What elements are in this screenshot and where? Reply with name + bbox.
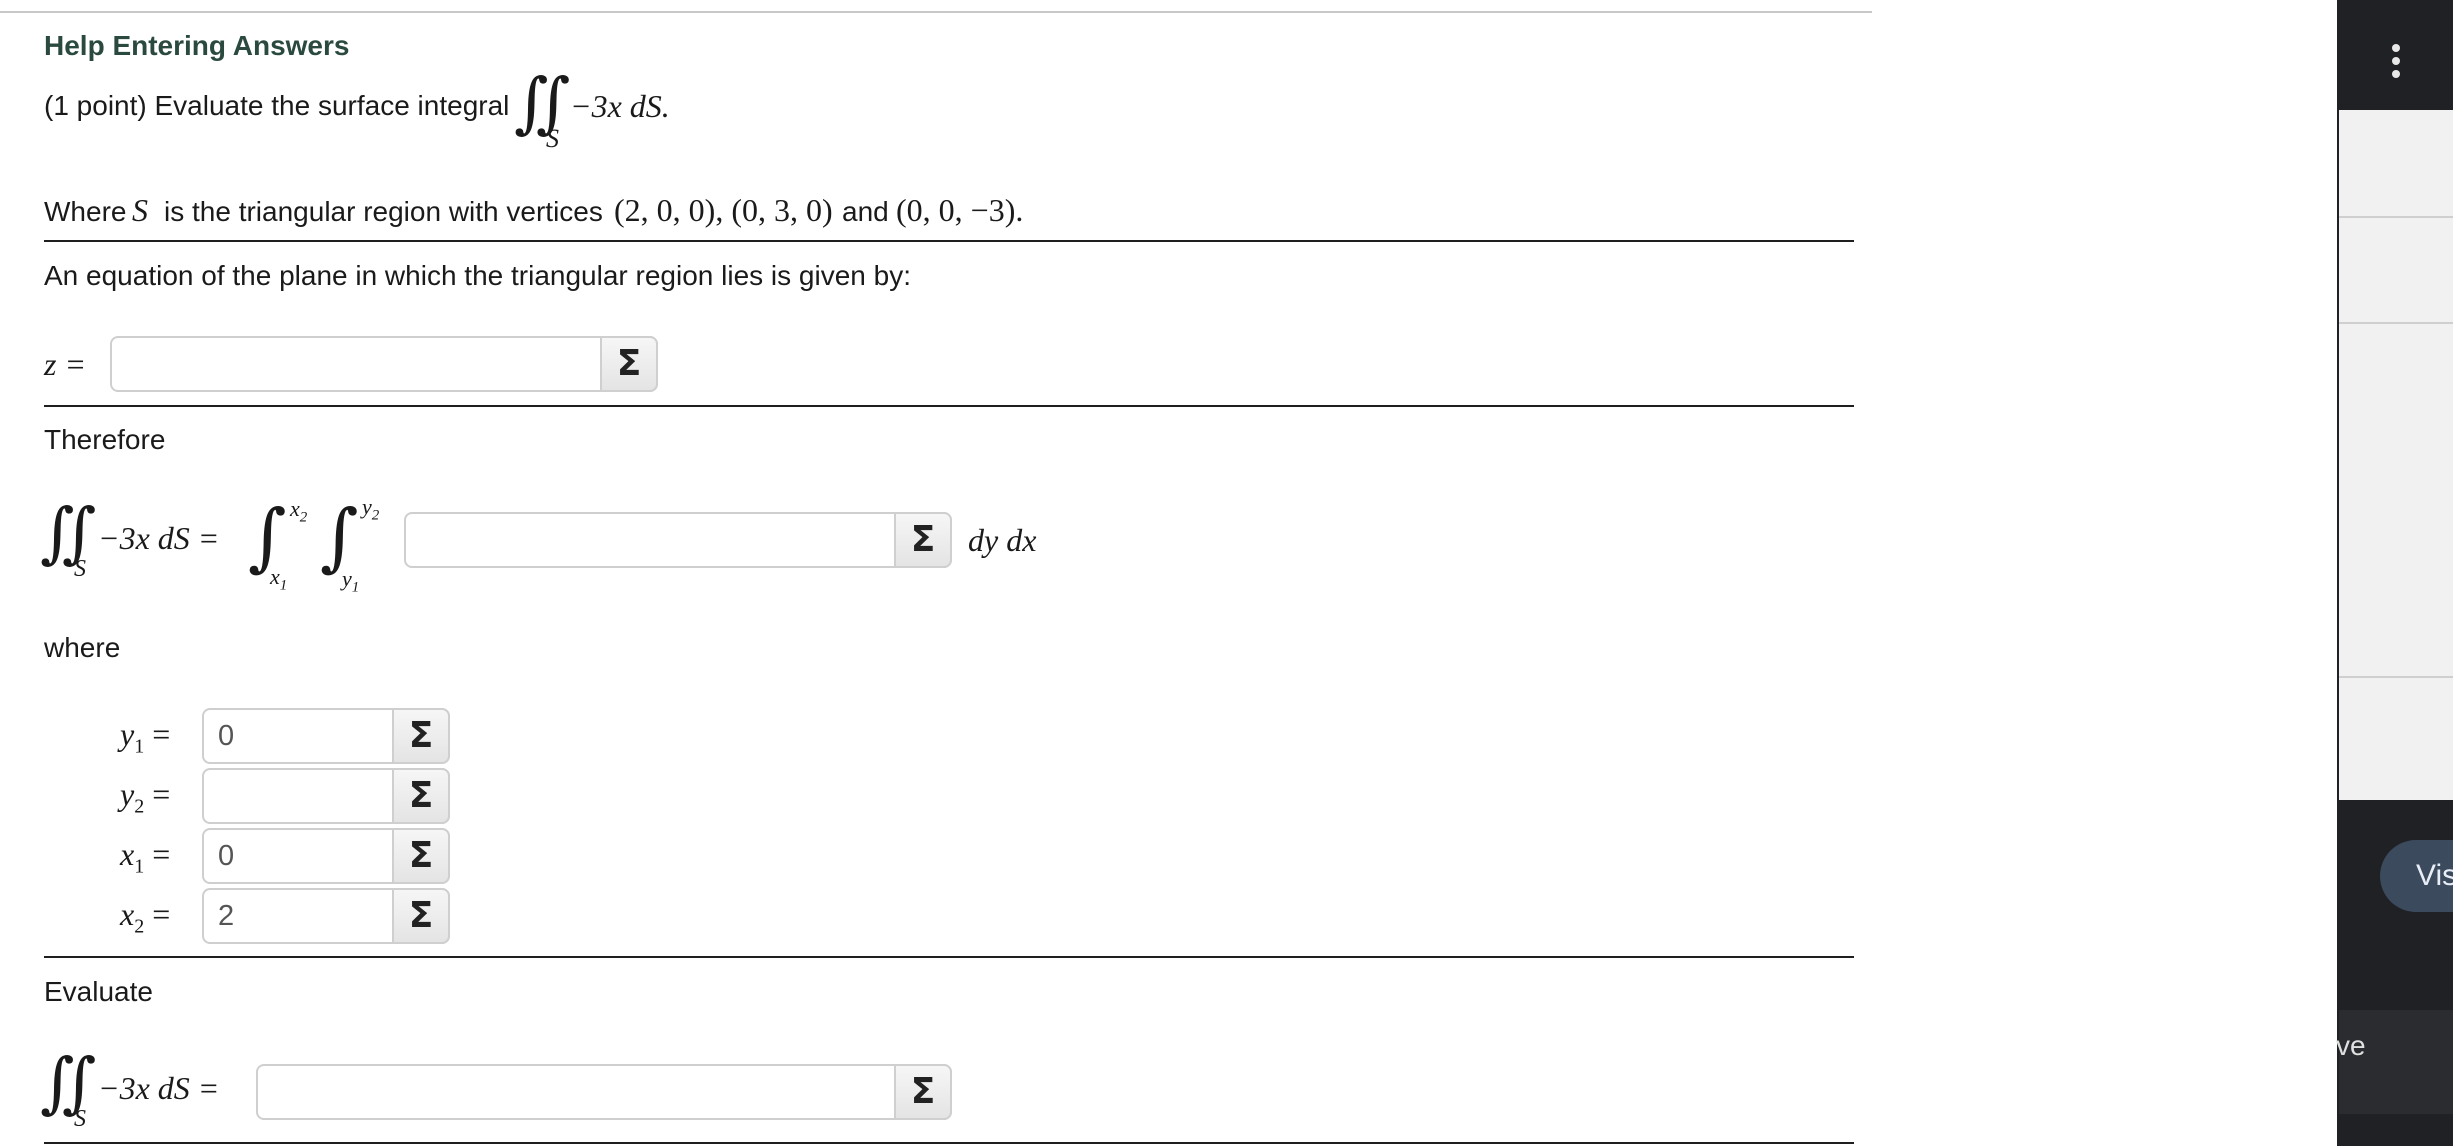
x2-equation-editor-button[interactable]: Σ xyxy=(392,888,450,944)
evaluate-answer-box: Σ xyxy=(256,1064,952,1120)
domain-subscript: S xyxy=(74,556,86,582)
where-S: S xyxy=(132,192,148,228)
vertices-1-2: (2, 0, 0), (0, 3, 0) xyxy=(614,192,833,228)
integrand-answer-box: Σ xyxy=(404,512,952,568)
where-label: where xyxy=(44,632,121,663)
outer-lower-limit: x1 xyxy=(270,564,288,594)
top-divider xyxy=(0,11,1872,13)
outer-upper-limit: x2 xyxy=(290,496,308,526)
x2-answer-input[interactable] xyxy=(204,890,392,942)
limit-label-x2: x2 = xyxy=(120,896,171,938)
integrand-text: −3x dS. xyxy=(570,88,670,124)
y2-answer-box: Σ xyxy=(202,768,450,824)
visit-button[interactable]: Vis xyxy=(2380,840,2453,912)
x1-equation-editor-button[interactable]: Σ xyxy=(392,828,450,884)
limit-label-y1: y1 = xyxy=(120,716,171,758)
therefore-label: Therefore xyxy=(44,424,166,455)
x2-answer-box: Σ xyxy=(202,888,450,944)
evaluate-label: Evaluate xyxy=(44,976,153,1007)
x1-answer-input[interactable] xyxy=(204,830,392,882)
limit-label-y2: y2 = xyxy=(120,776,171,818)
double-integral-sign: ∬ xyxy=(514,64,571,141)
where-text: is the triangular region with vertices xyxy=(164,196,603,227)
domain-subscript: S xyxy=(74,1106,86,1132)
integrand-answer-input[interactable] xyxy=(406,514,894,566)
y1-answer-box: Σ xyxy=(202,708,450,764)
inner-lower-limit: y1 xyxy=(342,566,360,596)
double-integral-sign: ∬ xyxy=(40,1044,97,1121)
help-entering-answers-link[interactable]: Help Entering Answers xyxy=(44,30,349,62)
divider-1 xyxy=(44,240,1854,242)
plane-answer-box: Σ xyxy=(110,336,658,392)
plane-prompt: An equation of the plane in which the tr… xyxy=(44,260,911,291)
where-prefix: Where xyxy=(44,196,127,227)
plane-answer-input[interactable] xyxy=(112,338,600,390)
and-text: and xyxy=(842,196,889,227)
side-divider xyxy=(2339,676,2453,678)
divider-4 xyxy=(44,1142,1854,1144)
side-divider xyxy=(2339,322,2453,324)
y1-answer-input[interactable] xyxy=(204,710,392,762)
plane-label: z = xyxy=(44,346,87,382)
evaluate-lhs: −3x dS = xyxy=(98,1070,220,1106)
vertex-3: (0, 0, −3). xyxy=(896,192,1024,228)
more-options-icon[interactable] xyxy=(2392,44,2402,83)
differentials: dy dx xyxy=(968,522,1037,558)
divider-2 xyxy=(44,405,1854,407)
x1-answer-box: Σ xyxy=(202,828,450,884)
y2-answer-input[interactable] xyxy=(204,770,392,822)
double-integral-sign: ∬ xyxy=(40,494,97,571)
plane-equation-editor-button[interactable]: Σ xyxy=(600,336,658,392)
evaluate-equation-editor-button[interactable]: Σ xyxy=(894,1064,952,1120)
y1-equation-editor-button[interactable]: Σ xyxy=(392,708,450,764)
inner-upper-limit: y2 xyxy=(362,494,380,524)
integrand-equation-editor-button[interactable]: Σ xyxy=(894,512,952,568)
side-panel-content xyxy=(2339,110,2453,800)
side-save-label[interactable]: ve xyxy=(2336,1030,2366,1062)
side-bottom-band xyxy=(2339,1010,2453,1114)
side-divider xyxy=(2339,216,2453,218)
domain-subscript: S xyxy=(546,124,559,153)
y2-equation-editor-button[interactable]: Σ xyxy=(392,768,450,824)
evaluate-answer-input[interactable] xyxy=(258,1066,894,1118)
therefore-lhs: −3x dS = xyxy=(98,520,220,556)
limit-label-x1: x1 = xyxy=(120,836,171,878)
divider-3 xyxy=(44,956,1854,958)
problem-points-text: (1 point) Evaluate the surface integral xyxy=(44,90,510,121)
